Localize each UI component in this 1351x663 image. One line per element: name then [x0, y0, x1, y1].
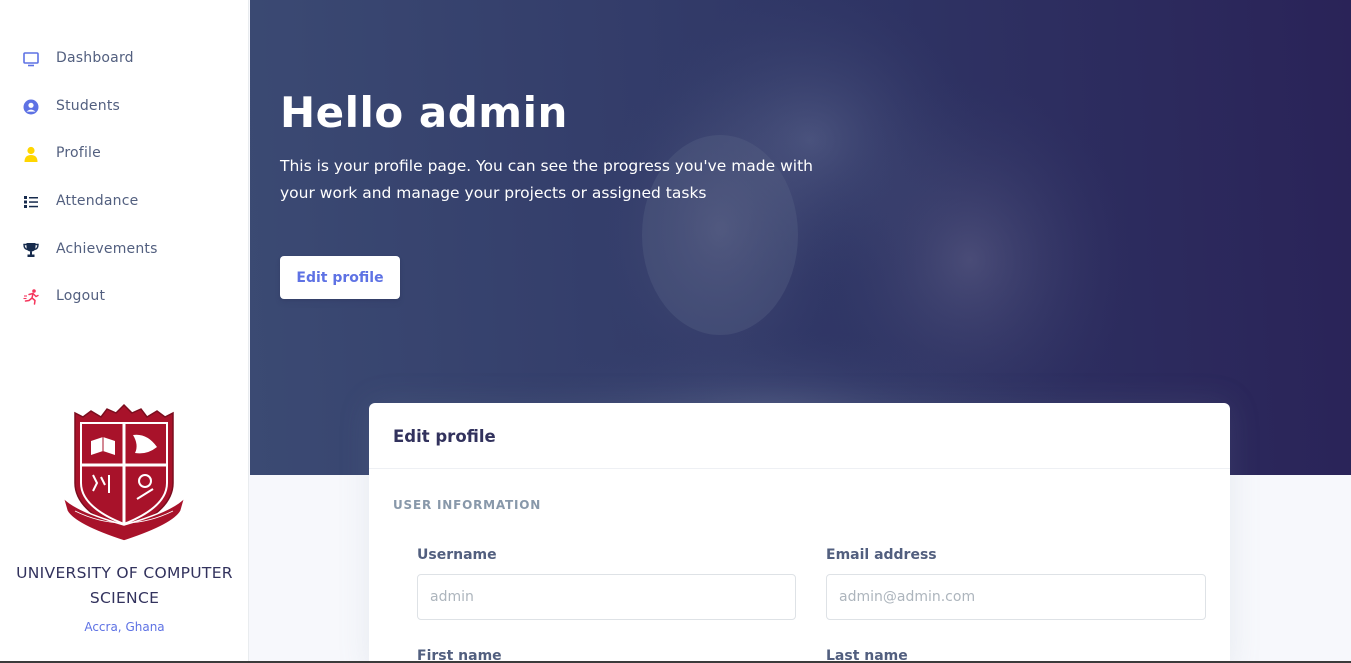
email-label: Email address: [826, 547, 937, 563]
sidebar-item-label: Logout: [56, 288, 106, 304]
sidebar-item-achievements[interactable]: Achievements: [22, 239, 157, 261]
sidebar-item-students[interactable]: Students: [22, 96, 120, 118]
running-icon: [22, 288, 40, 306]
university-location: Accra, Ghana: [84, 620, 165, 634]
username-input[interactable]: [417, 574, 796, 620]
sidebar-item-label: Dashboard: [56, 50, 134, 66]
sidebar-item-label: Students: [56, 98, 121, 114]
sidebar: Dashboard Students Profile Attendance Ac…: [0, 0, 249, 663]
section-heading: USER INFORMATION: [393, 498, 542, 512]
card-title: Edit profile: [393, 427, 496, 446]
username-label: Username: [417, 547, 497, 563]
sidebar-item-attendance[interactable]: Attendance: [22, 191, 138, 213]
person-icon: [22, 145, 40, 163]
university-crest-logo: [62, 403, 186, 542]
edit-profile-card: Edit profile USER INFORMATION Username E…: [369, 403, 1230, 663]
header-description: This is your profile page. You can see t…: [280, 157, 813, 202]
email-input[interactable]: [826, 574, 1206, 620]
university-name: UNIVERSITY OF COMPUTER SCIENCE: [16, 564, 233, 607]
card-header: Edit profile: [369, 403, 1230, 469]
page-title: Hello admin: [280, 88, 568, 137]
sidebar-item-logout[interactable]: Logout: [22, 286, 105, 308]
edit-profile-button[interactable]: Edit profile: [280, 256, 400, 299]
tv-icon: [22, 50, 40, 68]
sidebar-item-label: Achievements: [56, 241, 158, 257]
sidebar-item-dashboard[interactable]: Dashboard: [22, 48, 134, 70]
sidebar-item-profile[interactable]: Profile: [22, 143, 101, 165]
list-icon: [22, 193, 40, 211]
sidebar-item-label: Attendance: [56, 193, 139, 209]
sidebar-item-label: Profile: [56, 145, 101, 161]
user-circle-icon: [22, 98, 40, 116]
trophy-icon: [22, 241, 40, 259]
